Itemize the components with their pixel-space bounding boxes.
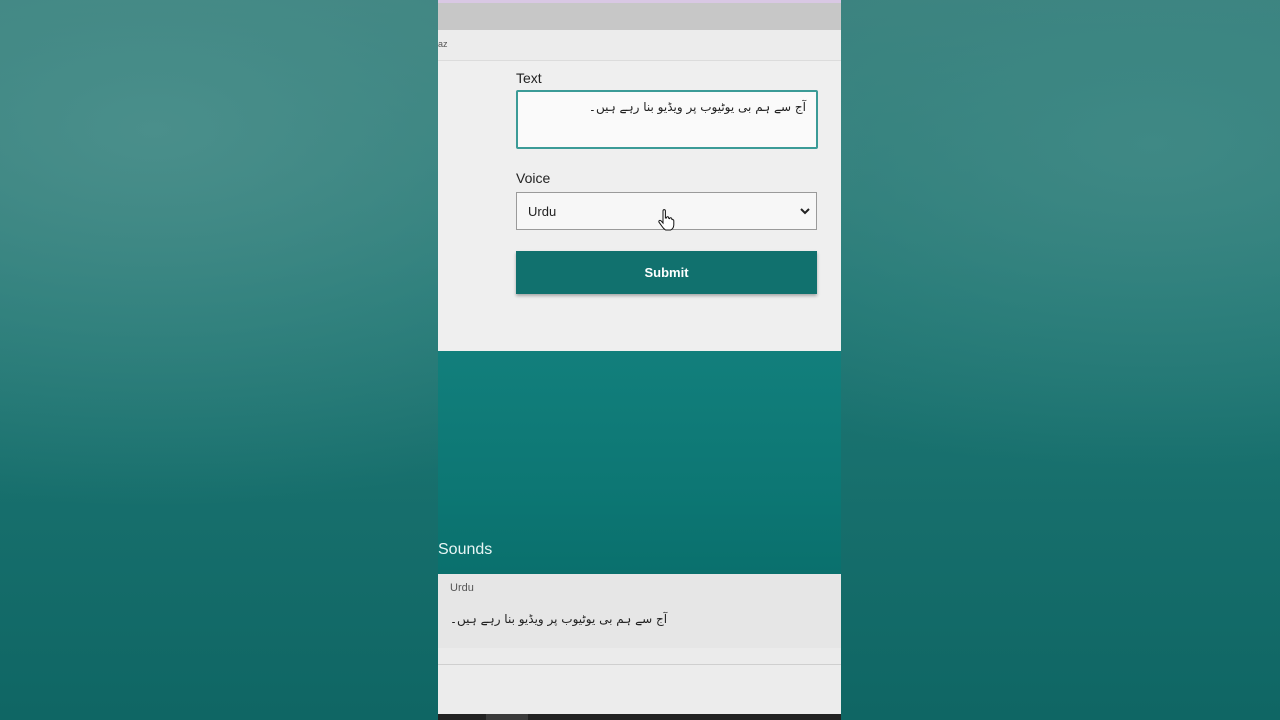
voice-field-label: Voice <box>516 170 551 186</box>
hand-pointer-icon <box>658 209 675 231</box>
bottom-bar-indicator <box>486 714 528 720</box>
sounds-heading: Sounds <box>438 541 493 558</box>
sound-card-text: آج سے ہم بی یوٹیوب پر ویڈیو بنا رہے ہیں۔ <box>450 612 668 626</box>
page-footer <box>438 665 841 714</box>
sound-card[interactable]: Urdu آج سے ہم بی یوٹیوب پر ویڈیو بنا رہے… <box>438 574 841 648</box>
submit-button[interactable]: Submit <box>516 251 817 294</box>
text-field-label: Text <box>516 70 542 86</box>
text-input[interactable]: آج سے ہم بی یوٹیوب پر ویڈیو بنا رہے ہیں۔ <box>516 90 818 149</box>
sounds-header-area: Sounds <box>438 351 841 574</box>
sound-card-voice: Urdu <box>450 582 474 594</box>
browser-sub-bar: az <box>438 30 841 61</box>
app-viewport: az Text آج سے ہم بی یوٹیوب پر ویڈیو بنا … <box>438 0 841 720</box>
tts-form: Text آج سے ہم بی یوٹیوب پر ویڈیو بنا رہے… <box>438 61 841 351</box>
chevron-down-icon <box>800 208 810 215</box>
sub-bar-label: az <box>438 39 448 49</box>
browser-top-bar <box>438 0 841 30</box>
sound-card-footer <box>438 648 841 665</box>
voice-select-value: Urdu <box>528 204 557 219</box>
